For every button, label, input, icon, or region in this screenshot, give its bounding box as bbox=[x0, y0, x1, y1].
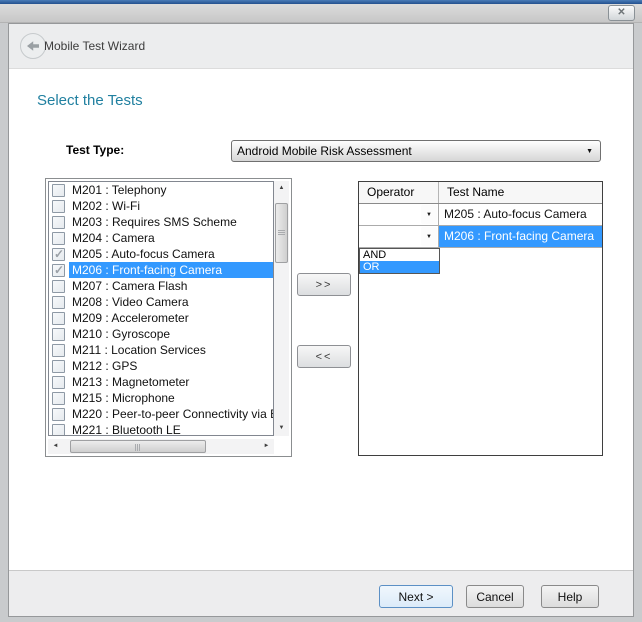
list-item[interactable]: ✓M209 : Accelerometer bbox=[49, 310, 273, 326]
list-item[interactable]: ✓M213 : Magnetometer bbox=[49, 374, 273, 390]
checkbox[interactable]: ✓ bbox=[52, 392, 65, 405]
test-type-select[interactable]: Android Mobile Risk Assessment ▼ bbox=[231, 140, 601, 162]
table-row[interactable]: ▼ M206 : Front-facing Camera bbox=[359, 226, 602, 248]
checkbox[interactable]: ✓ bbox=[52, 184, 65, 197]
list-item[interactable]: ✓M208 : Video Camera bbox=[49, 294, 273, 310]
section-heading: Select the Tests bbox=[37, 92, 143, 109]
add-tests-button[interactable]: >> bbox=[297, 273, 351, 296]
available-tests-container: ✓M201 : Telephony ✓M202 : Wi-Fi ✓M203 : … bbox=[45, 178, 292, 457]
checkbox[interactable]: ✓ bbox=[52, 296, 65, 309]
chevron-down-icon[interactable]: ▼ bbox=[421, 205, 437, 224]
next-button[interactable]: Next > bbox=[379, 585, 453, 608]
operator-dropdown-cell[interactable]: ▼ bbox=[359, 226, 439, 247]
checkbox[interactable]: ✓ bbox=[52, 328, 65, 341]
help-button[interactable]: Help bbox=[541, 585, 599, 608]
list-item[interactable]: ✓M203 : Requires SMS Scheme bbox=[49, 214, 273, 230]
list-item[interactable]: ✓M201 : Telephony bbox=[49, 182, 273, 198]
checkbox[interactable]: ✓ bbox=[52, 408, 65, 421]
checkbox[interactable]: ✓ bbox=[52, 312, 65, 325]
list-item[interactable]: ✓M221 : Bluetooth LE bbox=[49, 422, 273, 436]
checkbox[interactable]: ✓ bbox=[52, 200, 65, 213]
close-icon: ✕ bbox=[617, 7, 625, 18]
horizontal-scrollbar-thumb[interactable] bbox=[70, 440, 206, 453]
window-titlebar: ✕ bbox=[0, 4, 642, 23]
scroll-down-icon[interactable]: ▼ bbox=[274, 421, 289, 436]
arrow-left-icon bbox=[26, 39, 40, 53]
operator-options-dropdown: AND OR bbox=[359, 248, 440, 274]
test-type-value: Android Mobile Risk Assessment bbox=[237, 144, 412, 158]
list-item[interactable]: ✓M207 : Camera Flash bbox=[49, 278, 273, 294]
check-icon: ✓ bbox=[54, 263, 64, 277]
wizard-header: Mobile Test Wizard bbox=[9, 24, 633, 69]
scroll-up-icon[interactable]: ▲ bbox=[274, 181, 289, 196]
vertical-scrollbar[interactable]: ▲ ▼ bbox=[274, 181, 289, 436]
list-item[interactable]: ✓M202 : Wi-Fi bbox=[49, 198, 273, 214]
list-item[interactable]: ✓M215 : Microphone bbox=[49, 390, 273, 406]
vertical-scrollbar-thumb[interactable] bbox=[275, 203, 288, 263]
list-item[interactable]: ✓M220 : Peer-to-peer Connectivity via Bl… bbox=[49, 406, 273, 422]
wizard-panel: Mobile Test Wizard Select the Tests Test… bbox=[8, 23, 634, 617]
list-item[interactable]: ✓M211 : Location Services bbox=[49, 342, 273, 358]
wizard-window: ✕ Mobile Test Wizard Select the Tests Te… bbox=[0, 0, 642, 622]
back-button[interactable] bbox=[20, 33, 46, 59]
available-tests-list: ✓M201 : Telephony ✓M202 : Wi-Fi ✓M203 : … bbox=[48, 181, 274, 436]
chevron-down-icon[interactable]: ▼ bbox=[421, 227, 437, 246]
wizard-title: Mobile Test Wizard bbox=[44, 39, 145, 53]
check-icon: ✓ bbox=[54, 247, 64, 261]
list-item[interactable]: ✓M206 : Front-facing Camera bbox=[49, 262, 273, 278]
close-button[interactable]: ✕ bbox=[608, 5, 635, 21]
list-item[interactable]: ✓M210 : Gyroscope bbox=[49, 326, 273, 342]
table-row[interactable]: ▼ M205 : Auto-focus Camera bbox=[359, 204, 602, 226]
table-header-row: Operator Test Name bbox=[359, 182, 602, 204]
scroll-right-icon[interactable]: ► bbox=[259, 439, 274, 454]
operator-dropdown-cell[interactable]: ▼ bbox=[359, 204, 439, 225]
list-item[interactable]: ✓M205 : Auto-focus Camera bbox=[49, 246, 273, 262]
checkbox[interactable]: ✓ bbox=[52, 424, 65, 437]
remove-tests-button[interactable]: << bbox=[297, 345, 351, 368]
test-name-cell[interactable]: M205 : Auto-focus Camera bbox=[439, 204, 602, 225]
list-item[interactable]: ✓M212 : GPS bbox=[49, 358, 273, 374]
column-header-operator: Operator bbox=[359, 182, 439, 203]
checkbox[interactable]: ✓ bbox=[52, 216, 65, 229]
checkbox[interactable]: ✓ bbox=[52, 264, 65, 277]
horizontal-scrollbar[interactable]: ◄ ► bbox=[48, 439, 274, 454]
test-name-cell[interactable]: M206 : Front-facing Camera bbox=[439, 226, 602, 247]
checkbox[interactable]: ✓ bbox=[52, 248, 65, 261]
list-item[interactable]: ✓M204 : Camera bbox=[49, 230, 273, 246]
checkbox[interactable]: ✓ bbox=[52, 280, 65, 293]
checkbox[interactable]: ✓ bbox=[52, 344, 65, 357]
test-type-label: Test Type: bbox=[66, 143, 124, 157]
operator-option-or[interactable]: OR bbox=[360, 261, 439, 273]
checkbox[interactable]: ✓ bbox=[52, 232, 65, 245]
cancel-button[interactable]: Cancel bbox=[466, 585, 524, 608]
footer-bar: Next > Cancel Help bbox=[9, 570, 633, 616]
scroll-left-icon[interactable]: ◄ bbox=[48, 439, 63, 454]
operator-option-and[interactable]: AND bbox=[360, 249, 439, 261]
checkbox[interactable]: ✓ bbox=[52, 360, 65, 373]
selected-tests-table: Operator Test Name ▼ M205 : Auto-focus C… bbox=[358, 181, 603, 456]
checkbox[interactable]: ✓ bbox=[52, 376, 65, 389]
chevron-down-icon: ▼ bbox=[586, 148, 593, 155]
column-header-test-name: Test Name bbox=[439, 182, 602, 203]
